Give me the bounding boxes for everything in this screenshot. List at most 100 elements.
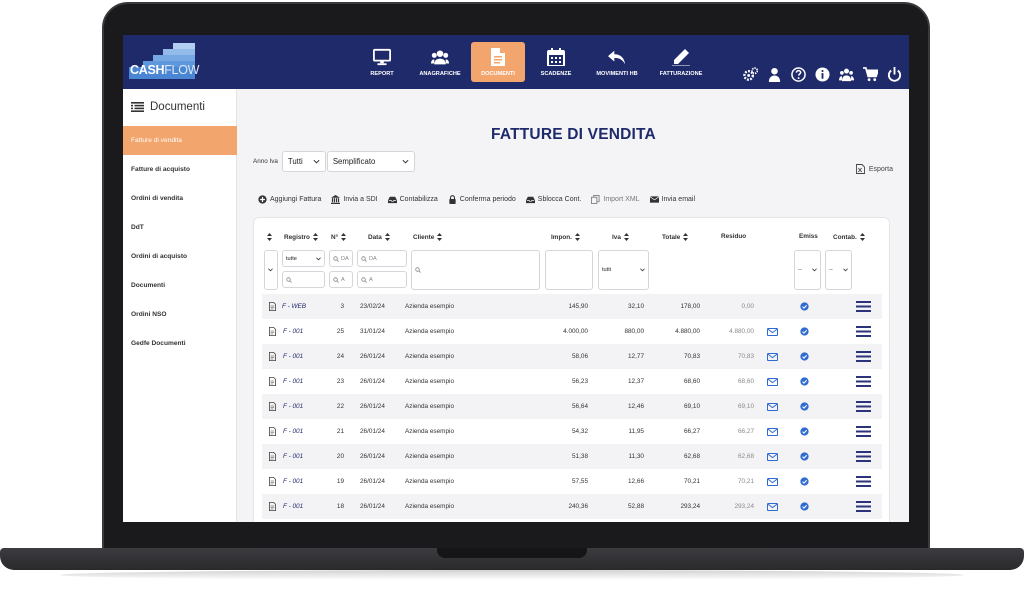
envelope-icon[interactable] [767,394,778,419]
sort-icon [859,233,865,241]
user-icon[interactable] [766,66,783,83]
cell-registro[interactable]: F - 001 [283,344,303,369]
th-contab[interactable]: Contab. [833,233,865,241]
nav-movimenti-hb[interactable]: MOVIMENTI HB [587,42,647,82]
row-menu-icon[interactable] [856,469,871,494]
doc-icon[interactable] [269,294,276,319]
row-menu-icon[interactable] [856,344,871,369]
filter-data-a[interactable]: A [357,271,407,288]
filter-cliente-search[interactable] [411,250,540,290]
envelope-icon[interactable] [767,494,778,519]
th-imponibile[interactable]: Impon. [551,233,580,241]
cell-registro[interactable]: F - 001 [283,369,303,394]
row-menu-icon[interactable] [856,394,871,419]
doc-icon[interactable] [269,444,276,469]
nav-anagrafiche[interactable]: ANAGRAFICHE [413,42,467,82]
row-menu-icon[interactable] [856,444,871,469]
table-row[interactable]: F - 001 24 26/01/24 Azienda esempio 58,0… [262,344,882,369]
sidebar-item-gedfe-documenti[interactable]: Gedfe Documenti [123,329,237,358]
info-icon[interactable] [814,66,831,83]
filter-registro-select[interactable]: tutte [282,250,325,267]
export-button[interactable]: Esporta [855,164,893,174]
nav-documenti[interactable]: DOCUMENTI [471,42,525,82]
team-icon[interactable] [838,66,855,83]
cell-registro[interactable]: F - 001 [283,444,303,469]
filter-doc-select[interactable] [264,250,278,290]
table-row[interactable]: F - 001 23 26/01/24 Azienda esempio 56,2… [262,369,882,394]
filter-registro-search[interactable] [282,271,325,288]
doc-icon[interactable] [269,369,276,394]
cell-registro[interactable]: F - 001 [283,469,303,494]
th-data[interactable]: Data [368,233,390,241]
filter-numero-a[interactable]: A [329,271,353,288]
table-row[interactable]: F - 001 21 26/01/24 Azienda esempio 54,3… [262,419,882,444]
th-select-all[interactable] [267,233,272,241]
row-menu-icon[interactable] [856,369,871,394]
doc-icon[interactable] [269,344,276,369]
cell-registro[interactable]: F - 001 [283,319,303,344]
send-sdi-button[interactable]: Invia a SDI [331,195,378,204]
table-row[interactable]: F - 001 18 26/01/24 Azienda esempio 240,… [262,494,882,519]
doc-icon[interactable] [269,319,276,344]
cart-icon[interactable] [862,66,879,83]
row-menu-icon[interactable] [856,319,871,344]
sidebar-item-fatture-di-acquisto[interactable]: Fatture di acquisto [123,155,237,184]
doc-icon[interactable] [269,419,276,444]
filter-imponibile[interactable] [545,250,593,290]
nav-fatturazione[interactable]: FATTURAZIONE [651,42,711,82]
sidebar-item-ordini-nso[interactable]: Ordini NSO [123,300,237,329]
sidebar-item-ddt[interactable]: DdT [123,213,237,242]
unlock-accounting-button[interactable]: Sblocca Cont. [525,195,581,204]
th-registro[interactable]: Registro [284,233,318,241]
doc-icon[interactable] [269,394,276,419]
envelope-icon[interactable] [767,469,778,494]
anno-iva-select[interactable]: Tutti [281,151,326,172]
filter-data-da[interactable]: DA [357,250,407,267]
doc-icon[interactable] [269,469,276,494]
envelope-icon[interactable] [767,444,778,469]
doc-icon[interactable] [269,494,276,519]
row-menu-icon[interactable] [856,419,871,444]
envelope-icon[interactable] [767,419,778,444]
table-row[interactable]: F - 001 22 26/01/24 Azienda esempio 56,6… [262,394,882,419]
nav-scadenze[interactable]: SCADENZE [529,42,583,82]
filter-emiss-select[interactable]: -- [794,250,821,290]
sidebar-item-fatture-di-vendita[interactable]: Fatture di vendita [123,126,237,155]
row-menu-icon[interactable] [856,294,871,319]
th-residuo[interactable]: Residuo [721,233,746,240]
filter-numero-da[interactable]: DA [329,250,353,267]
table-row[interactable]: F - 001 20 26/01/24 Azienda esempio 51,3… [262,444,882,469]
send-email-button[interactable]: Invia email [649,195,695,204]
th-numero[interactable]: N° [331,233,347,241]
cell-registro[interactable]: F - WEB [282,294,306,319]
filter-contab-select[interactable]: -- [825,250,852,290]
sidebar-item-documenti[interactable]: Documenti [123,271,237,300]
sidebar-item-ordini-di-acquisto[interactable]: Ordini di acquisto [123,242,237,271]
cashflow-logo[interactable]: CASHFLOW [129,43,199,79]
filter-iva-select[interactable]: tutti [598,250,649,290]
power-icon[interactable] [886,66,903,83]
envelope-icon[interactable] [767,344,778,369]
cell-registro[interactable]: F - 001 [283,494,303,519]
cell-registro[interactable]: F - 001 [283,394,303,419]
table-row[interactable]: F - 001 25 31/01/24 Azienda esempio 4.00… [262,319,882,344]
add-invoice-button[interactable]: Aggiungi Fattura [258,195,321,204]
th-totale[interactable]: Totale [662,233,689,241]
contabilizza-button[interactable]: Contabilizza [387,195,438,204]
confirm-period-button[interactable]: Conferma periodo [448,195,516,204]
help-icon[interactable] [790,66,807,83]
th-iva[interactable]: Iva [612,233,629,241]
import-xml-button[interactable]: Import XML [591,195,640,204]
envelope-icon[interactable] [767,369,778,394]
nav-report[interactable]: REPORT [355,42,409,82]
envelope-icon[interactable] [767,319,778,344]
gears-icon[interactable] [742,66,759,83]
cell-registro[interactable]: F - 001 [283,419,303,444]
th-cliente[interactable]: Cliente [413,233,443,241]
th-emiss[interactable]: Emiss [799,233,818,240]
sidebar-item-ordini-di-vendita[interactable]: Ordini di vendita [123,184,237,213]
view-mode-select[interactable]: Semplificato [326,151,415,172]
row-menu-icon[interactable] [856,494,871,519]
table-row[interactable]: F - WEB 3 23/02/24 Azienda esempio 145,9… [262,294,882,319]
table-row[interactable]: F - 001 19 26/01/24 Azienda esempio 57,5… [262,469,882,494]
